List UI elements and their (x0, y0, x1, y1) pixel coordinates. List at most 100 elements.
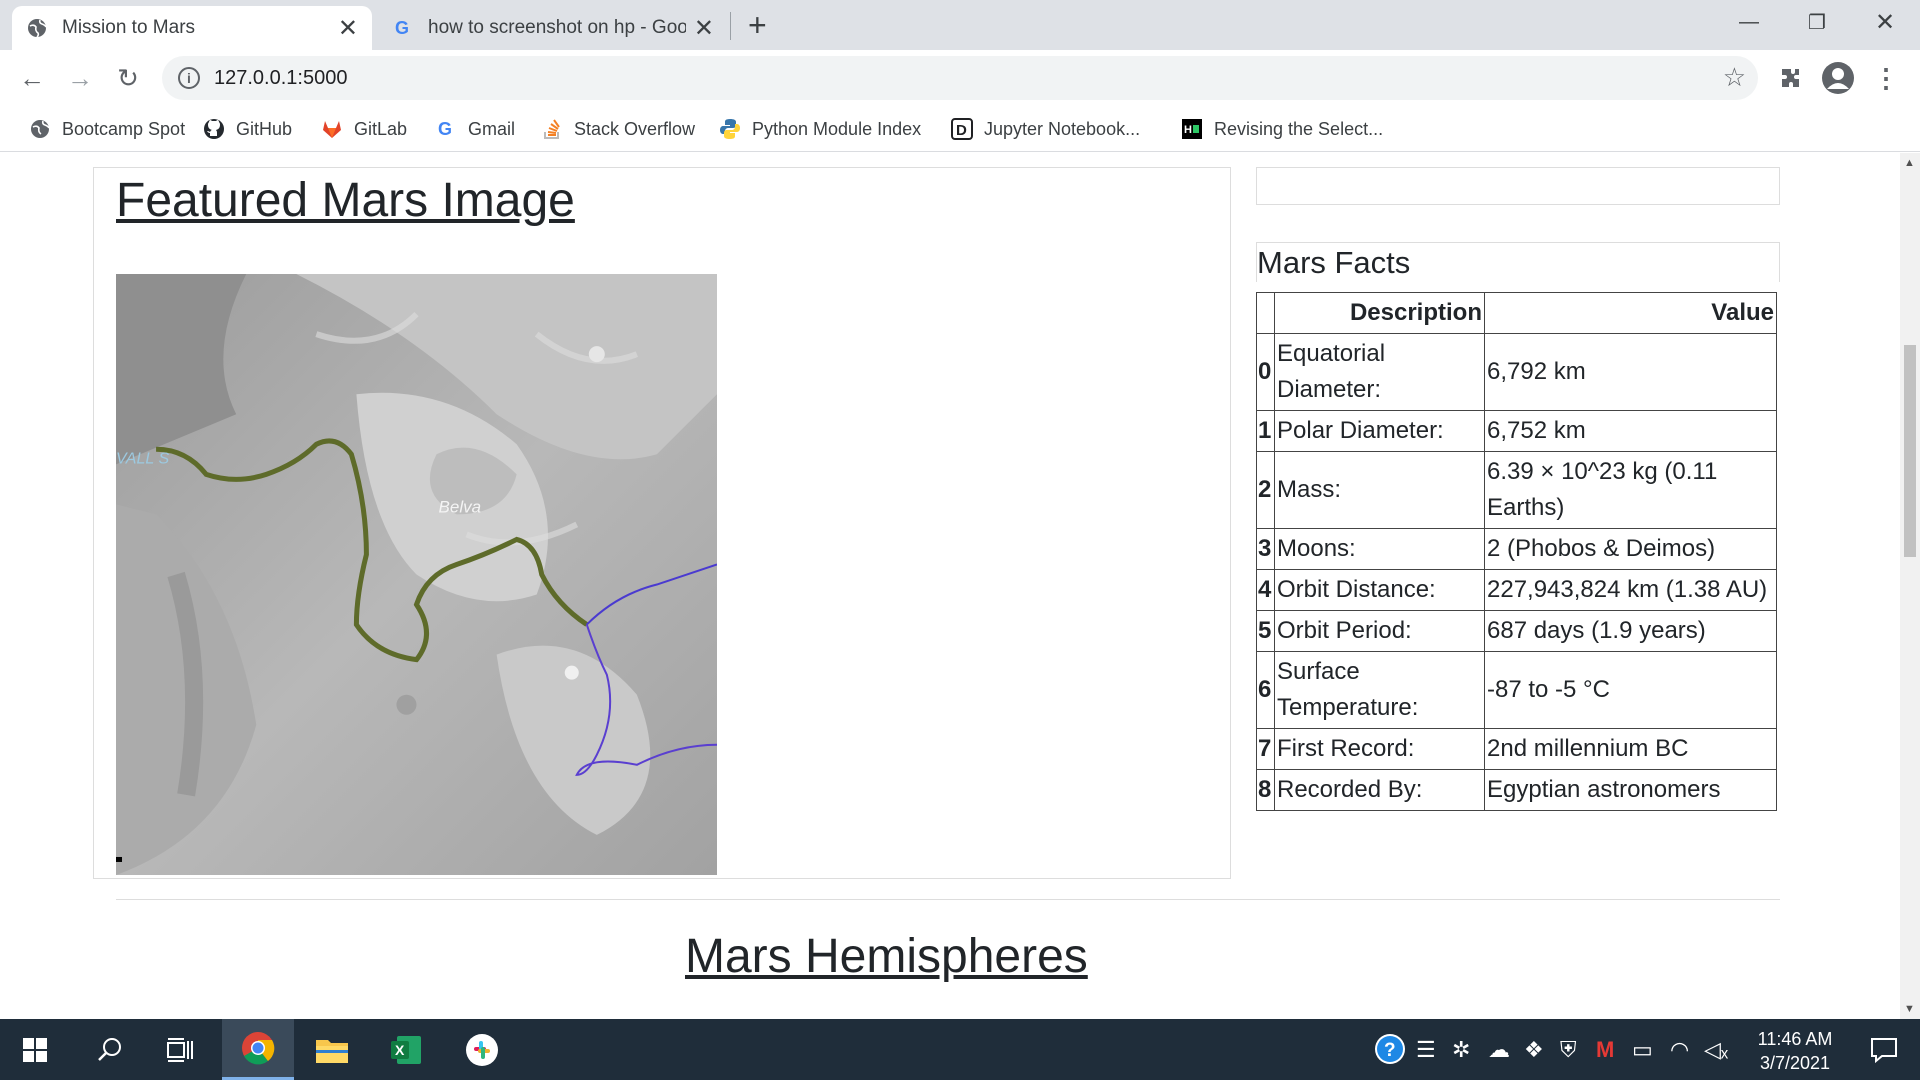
row-value: 6.39 × 10^23 kg (0.11 Earths) (1484, 451, 1777, 529)
minimize-button[interactable]: — (1718, 0, 1780, 44)
row-value: Egyptian astronomers (1484, 769, 1777, 811)
bookmark-jupyter-notebook[interactable]: D Jupyter Notebook... (950, 114, 1140, 144)
featured-mars-image[interactable]: VALL S Belva (116, 274, 717, 875)
gitlab-icon (320, 117, 344, 141)
clock-time: 11:46 AM (1757, 1029, 1833, 1049)
battery-icon[interactable]: ▭ (1632, 1037, 1653, 1063)
scroll-down-arrow-icon[interactable]: ▼ (1904, 1003, 1915, 1015)
scroll-up-arrow-icon[interactable]: ▲ (1904, 157, 1915, 169)
address-bar[interactable]: i 127.0.0.1:5000 ☆ (162, 56, 1758, 100)
windows-start-icon[interactable] (0, 1019, 70, 1080)
forward-arrow-icon[interactable]: → (60, 58, 100, 98)
slack-icon[interactable] (450, 1019, 514, 1080)
row-index: 6 (1256, 651, 1275, 729)
info-icon[interactable]: i (178, 67, 200, 89)
bookmark-python-module-index[interactable]: Python Module Index (718, 114, 921, 144)
search-icon[interactable] (80, 1019, 140, 1080)
tab-title: how to screenshot on hp - Google (428, 17, 686, 38)
new-tab-button[interactable]: + (748, 6, 767, 44)
help-icon[interactable]: ? (1374, 1033, 1406, 1071)
featured-image-title: Featured Mars Image (116, 174, 575, 227)
hemispheres-title: Mars Hemispheres (685, 930, 1088, 983)
system-clock[interactable]: 11:46 AM 3/7/2021 (1740, 1027, 1850, 1075)
bookmark-gitlab[interactable]: GitLab (320, 114, 407, 144)
table-row: 3 Moons: 2 (Phobos & Deimos) (1256, 528, 1777, 570)
svg-text:G: G (438, 119, 452, 139)
table-row: 6 Surface Temperature: -87 to -5 °C (1256, 651, 1777, 729)
bookmark-bootcamp-spot[interactable]: Bootcamp Spot (28, 114, 185, 144)
globe-icon (26, 17, 48, 39)
row-description: Surface Temperature: (1274, 651, 1485, 729)
dropbox-icon[interactable]: ❖ (1524, 1037, 1544, 1063)
row-description: Orbit Distance: (1274, 569, 1485, 611)
slack-tray-icon[interactable]: ✲ (1452, 1037, 1470, 1063)
excel-icon[interactable]: X (374, 1019, 438, 1080)
menu-kebab-icon[interactable]: ⋮ (1868, 60, 1904, 96)
table-row: 7 First Record: 2nd millennium BC (1256, 728, 1777, 770)
file-explorer-icon[interactable] (300, 1019, 364, 1080)
bookmark-github[interactable]: GitHub (202, 114, 292, 144)
page-scrollbar[interactable]: ▲ ▼ (1900, 153, 1920, 1019)
table-row: 0 Equatorial Diameter: 6,792 km (1256, 333, 1777, 411)
table-row: 8 Recorded By: Egyptian astronomers (1256, 769, 1777, 811)
svg-text:X: X (395, 1042, 405, 1058)
close-window-button[interactable]: ✕ (1854, 0, 1916, 44)
bookmark-star-icon[interactable]: ☆ (1723, 62, 1746, 93)
security-shield-icon[interactable]: ⛨ (1560, 1037, 1577, 1063)
wifi-icon[interactable]: ◠ (1670, 1037, 1689, 1063)
svg-text:D: D (956, 122, 967, 139)
table-header-row: Description Value (1256, 292, 1777, 334)
row-index: 0 (1256, 333, 1275, 411)
globe-icon (28, 117, 52, 141)
tab-google-search[interactable]: G how to screenshot on hp - Google ✕ (378, 6, 728, 50)
map-label-valles: VALL S (116, 449, 169, 467)
chrome-taskbar-icon[interactable] (222, 1019, 294, 1080)
section-divider (116, 899, 1780, 900)
close-tab-icon[interactable]: ✕ (694, 14, 714, 43)
bookmarks-bar: Bootcamp Spot GitHub GitLab G Gmail Stac… (0, 106, 1920, 152)
svg-text:H: H (1184, 124, 1192, 136)
value-column-header: Value (1484, 292, 1777, 334)
row-description: Equatorial Diameter: (1274, 333, 1485, 411)
clock-date: 3/7/2021 (1759, 1053, 1831, 1073)
bookmark-gmail[interactable]: G Gmail (434, 114, 515, 144)
profile-avatar-icon[interactable] (1820, 60, 1856, 96)
python-icon (718, 117, 742, 141)
mars-facts-table: Description Value 0 Equatorial Diameter: 6… (1256, 292, 1777, 811)
row-index: 5 (1256, 610, 1275, 652)
reload-icon[interactable]: ↻ (108, 58, 148, 98)
tab-mission-to-mars[interactable]: Mission to Mars ✕ (12, 6, 372, 50)
close-tab-icon[interactable]: ✕ (338, 14, 358, 43)
page-viewport: Featured Mars Image VALL S Belva Mars Fa… (0, 153, 1900, 1019)
row-index: 2 (1256, 451, 1275, 529)
task-view-icon[interactable] (150, 1019, 210, 1080)
map-label-belva: Belva (439, 497, 482, 516)
sidebar-empty-box (1256, 167, 1780, 205)
extensions-icon[interactable] (1772, 60, 1808, 96)
index-column-header (1256, 292, 1275, 334)
back-arrow-icon[interactable]: ← (12, 58, 52, 98)
facts-title: Mars Facts (1257, 245, 1411, 280)
row-description: Recorded By: (1274, 769, 1485, 811)
google-icon: G (434, 117, 458, 141)
scrollbar-thumb[interactable] (1904, 345, 1916, 557)
row-description: Polar Diameter: (1274, 410, 1485, 452)
row-value: 6,752 km (1484, 410, 1777, 452)
google-icon: G (392, 17, 414, 39)
onedrive-cloud-icon[interactable]: ☁ (1488, 1037, 1510, 1063)
notification-list-icon[interactable]: ☰ (1416, 1037, 1436, 1063)
row-description: Moons: (1274, 528, 1485, 570)
mcafee-icon[interactable]: M (1596, 1037, 1614, 1063)
stackoverflow-icon (540, 117, 564, 141)
bookmark-revising-the-select[interactable]: H Revising the Select... (1180, 114, 1383, 144)
bookmark-stack-overflow[interactable]: Stack Overflow (540, 114, 695, 144)
volume-muted-icon[interactable]: ◁ₓ (1704, 1037, 1728, 1063)
row-index: 1 (1256, 410, 1275, 452)
row-description: First Record: (1274, 728, 1485, 770)
tab-divider (730, 12, 731, 40)
row-value: 6,792 km (1484, 333, 1777, 411)
browser-toolbar: ← → ↻ i 127.0.0.1:5000 ☆ ⋮ (0, 50, 1920, 106)
row-value: 687 days (1.9 years) (1484, 610, 1777, 652)
restore-button[interactable]: ❐ (1786, 0, 1848, 44)
action-center-icon[interactable] (1848, 1019, 1920, 1080)
